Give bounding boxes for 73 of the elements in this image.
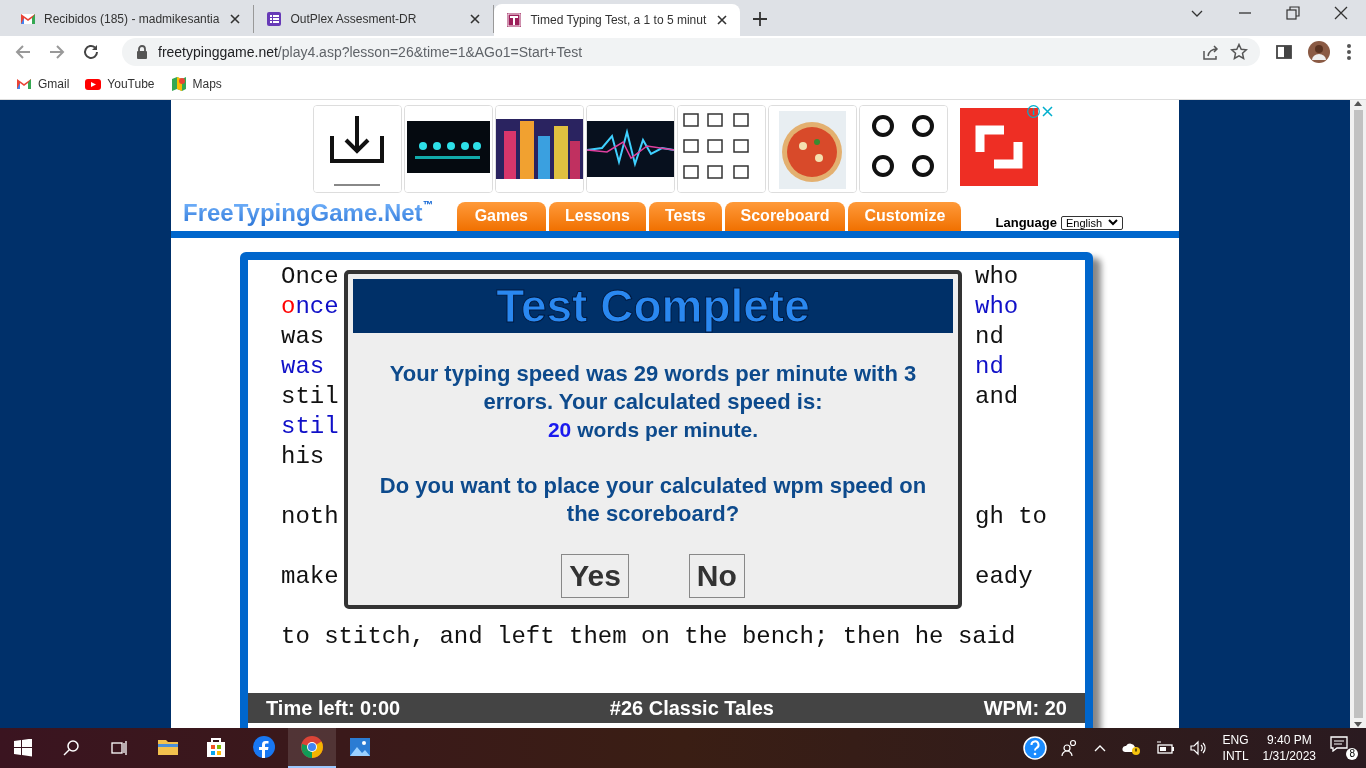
volume-icon[interactable] — [1188, 740, 1209, 756]
forward-icon[interactable] — [48, 43, 66, 61]
windows-icon[interactable] — [14, 739, 32, 757]
status-text: Time left: 0:00 — [266, 696, 401, 720]
source-text: gh to — [975, 502, 1047, 532]
restore-icon[interactable] — [1286, 6, 1300, 20]
typed-text: who — [975, 292, 1019, 322]
map-pin-icon — [170, 75, 187, 92]
dialog-title: Test Complete — [353, 279, 953, 333]
typed-text: nd — [975, 352, 1004, 382]
ad-logo-icon — [960, 108, 1038, 186]
caret-icon — [1108, 219, 1118, 226]
message-text: Your typing speed was 29 words per minute with 3 errors. Your calculated speed is: — [388, 360, 918, 416]
more-icon[interactable] — [1346, 43, 1352, 61]
source-text: nd — [975, 322, 1004, 352]
t-letter-icon — [506, 12, 523, 28]
bookmark[interactable]: Gmail — [16, 75, 70, 92]
shopping-bag-icon[interactable] — [204, 735, 228, 759]
help-icon[interactable] — [1022, 736, 1047, 760]
source-text: noth — [281, 502, 339, 532]
search-icon[interactable] — [62, 739, 80, 757]
side-panel-icon[interactable] — [1276, 44, 1292, 60]
typed-text: once — [281, 292, 339, 322]
clock[interactable]: 9:40 PM 1/31/2023 — [1262, 732, 1316, 764]
landscape-icon[interactable] — [348, 735, 372, 759]
source-text: and — [975, 382, 1019, 412]
answer-button[interactable]: Yes — [561, 554, 629, 598]
people-icon[interactable] — [1060, 739, 1079, 757]
reload-icon[interactable] — [82, 43, 100, 61]
chrome-icon[interactable] — [300, 735, 324, 759]
back-icon[interactable] — [14, 43, 32, 61]
url-text: freetypinggame.net/play4.asp?lesson=26&time=1&AGo1=Start+Test — [158, 44, 583, 60]
language-label: Language — [995, 215, 1057, 230]
share-icon[interactable] — [1202, 43, 1220, 61]
form-icon — [266, 11, 283, 27]
question-text: Do you want to place your calculated wpm speed on the scoreboard? — [378, 472, 928, 528]
task-view-icon[interactable] — [110, 739, 128, 757]
speed-unit: words per minute. — [577, 418, 759, 441]
source-text: his — [281, 442, 325, 472]
source-text: was — [281, 322, 325, 352]
browser-tab[interactable]: OutPlex Assesment-DR — [254, 5, 495, 33]
source-text: to stitch, and left them on the bench; then he said — [281, 622, 1016, 652]
bookmark[interactable]: YouTube — [85, 75, 155, 92]
status-text: WPM: 20 — [983, 696, 1067, 720]
language-select[interactable]: English — [1060, 215, 1123, 230]
lock-icon — [136, 45, 148, 59]
mail-icon — [20, 11, 36, 27]
close-icon[interactable] — [1334, 6, 1348, 20]
battery-icon[interactable] — [1154, 740, 1175, 756]
scrollbar[interactable] — [1350, 100, 1366, 728]
browser-tab[interactable]: Timed Typing Test, a 1 to 5 minut — [494, 4, 741, 36]
star-icon[interactable] — [1230, 43, 1248, 61]
browser-tab[interactable]: Recibidos (185) - madmikesantia — [8, 5, 255, 33]
source-text: eady — [975, 562, 1033, 592]
notifications-button[interactable]: 8 — [1330, 736, 1358, 760]
input-language[interactable]: ENG INTL — [1222, 732, 1249, 764]
f-logo-icon[interactable] — [252, 735, 276, 759]
speed-value: 20 — [547, 418, 572, 441]
info-icon[interactable] — [1027, 105, 1040, 118]
answer-button[interactable]: No — [688, 554, 745, 598]
source-text: stil — [281, 382, 339, 412]
source-text: who — [975, 262, 1019, 292]
address-bar[interactable]: freetypinggame.net/play4.asp?lesson=26&time=1&AGo1=Start+Test — [122, 38, 1260, 66]
typed-text: was — [281, 352, 325, 382]
new-tab-icon[interactable] — [752, 11, 769, 27]
status-text: #26 Classic Tales — [609, 696, 774, 720]
notification-count: 8 — [1346, 748, 1358, 760]
message-icon — [1330, 736, 1348, 752]
source-text: make — [281, 562, 339, 592]
typed-text: stil — [281, 412, 339, 442]
source-text: Once — [281, 262, 339, 292]
bookmark[interactable]: Maps — [170, 75, 222, 92]
avatar-icon[interactable] — [1308, 41, 1330, 63]
